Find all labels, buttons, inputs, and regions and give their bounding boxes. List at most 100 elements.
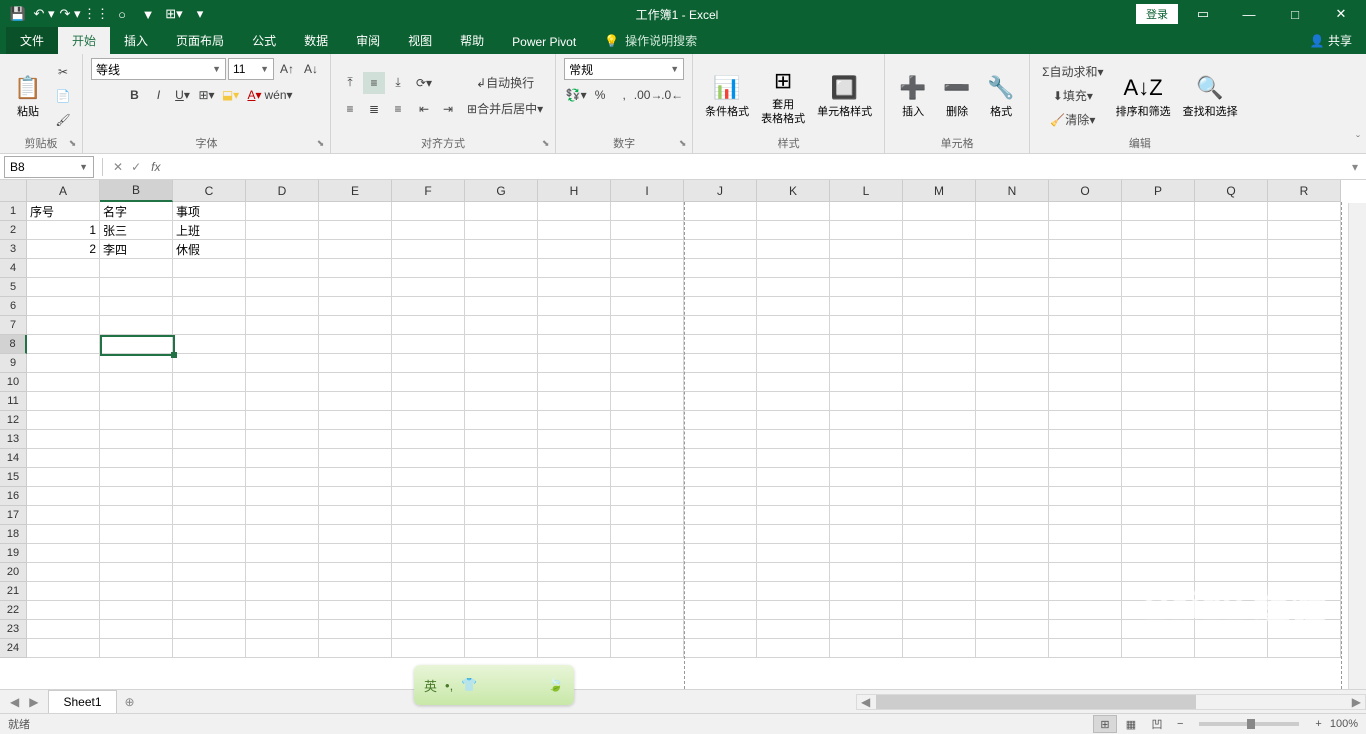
cell-K18[interactable] xyxy=(757,525,830,544)
col-header-D[interactable]: D xyxy=(246,180,319,202)
row-header-15[interactable]: 15 xyxy=(0,468,27,487)
cell-K11[interactable] xyxy=(757,392,830,411)
undo-button[interactable]: ↶ ▾ xyxy=(32,3,56,25)
close-button[interactable]: ✕ xyxy=(1320,0,1362,28)
add-sheet-button[interactable]: ⊕ xyxy=(117,691,143,713)
cell-N16[interactable] xyxy=(976,487,1049,506)
row-header-14[interactable]: 14 xyxy=(0,449,27,468)
cell-N21[interactable] xyxy=(976,582,1049,601)
cell-O3[interactable] xyxy=(1049,240,1122,259)
cell-L22[interactable] xyxy=(830,601,903,620)
cell-P1[interactable] xyxy=(1122,202,1195,221)
cell-H9[interactable] xyxy=(538,354,611,373)
cell-E3[interactable] xyxy=(319,240,392,259)
cell-R7[interactable] xyxy=(1268,316,1341,335)
col-header-B[interactable]: B xyxy=(100,180,173,202)
row-header-11[interactable]: 11 xyxy=(0,392,27,411)
hscroll-thumb[interactable] xyxy=(876,695,1196,709)
cell-A7[interactable] xyxy=(27,316,100,335)
cell-J23[interactable] xyxy=(684,620,757,639)
cell-P17[interactable] xyxy=(1122,506,1195,525)
cell-Q15[interactable] xyxy=(1195,468,1268,487)
zoom-level[interactable]: 100% xyxy=(1330,718,1358,730)
cell-I11[interactable] xyxy=(611,392,684,411)
cell-J24[interactable] xyxy=(684,639,757,658)
cell-N23[interactable] xyxy=(976,620,1049,639)
cell-P14[interactable] xyxy=(1122,449,1195,468)
zoom-slider[interactable] xyxy=(1199,722,1299,726)
cell-D23[interactable] xyxy=(246,620,319,639)
cell-F19[interactable] xyxy=(392,544,465,563)
row-header-9[interactable]: 9 xyxy=(0,354,27,373)
row-header-1[interactable]: 1 xyxy=(0,202,27,221)
cell-D10[interactable] xyxy=(246,373,319,392)
tab-file[interactable]: 文件 xyxy=(6,27,58,54)
row-header-13[interactable]: 13 xyxy=(0,430,27,449)
cell-L23[interactable] xyxy=(830,620,903,639)
cell-J21[interactable] xyxy=(684,582,757,601)
cell-B17[interactable] xyxy=(100,506,173,525)
format-cells-button[interactable]: 🔧格式 xyxy=(981,70,1021,121)
cell-B18[interactable] xyxy=(100,525,173,544)
tab-home[interactable]: 开始 xyxy=(58,27,110,54)
cell-J3[interactable] xyxy=(684,240,757,259)
cell-I2[interactable] xyxy=(611,221,684,240)
col-header-A[interactable]: A xyxy=(27,180,100,202)
cell-Q5[interactable] xyxy=(1195,278,1268,297)
cell-M9[interactable] xyxy=(903,354,976,373)
bold-button[interactable]: B xyxy=(124,84,146,106)
cell-E21[interactable] xyxy=(319,582,392,601)
cell-P13[interactable] xyxy=(1122,430,1195,449)
paste-button[interactable]: 📋 粘贴 xyxy=(8,70,48,121)
cell-R23[interactable] xyxy=(1268,620,1341,639)
percent-button[interactable]: % xyxy=(589,84,611,106)
tab-layout[interactable]: 页面布局 xyxy=(162,27,238,54)
cell-A14[interactable] xyxy=(27,449,100,468)
number-format-combo[interactable]: 常规▼ xyxy=(564,58,684,80)
increase-decimal-button[interactable]: .00→ xyxy=(637,84,659,106)
tab-data[interactable]: 数据 xyxy=(290,27,342,54)
cell-E19[interactable] xyxy=(319,544,392,563)
cell-F7[interactable] xyxy=(392,316,465,335)
cell-C10[interactable] xyxy=(173,373,246,392)
cell-L2[interactable] xyxy=(830,221,903,240)
cell-P12[interactable] xyxy=(1122,411,1195,430)
cell-E5[interactable] xyxy=(319,278,392,297)
align-middle-button[interactable]: ≡ xyxy=(363,72,385,94)
cell-A16[interactable] xyxy=(27,487,100,506)
row-header-21[interactable]: 21 xyxy=(0,582,27,601)
cell-O4[interactable] xyxy=(1049,259,1122,278)
col-header-G[interactable]: G xyxy=(465,180,538,202)
fx-icon[interactable]: fx xyxy=(147,160,164,174)
cell-K2[interactable] xyxy=(757,221,830,240)
cell-E1[interactable] xyxy=(319,202,392,221)
cell-K9[interactable] xyxy=(757,354,830,373)
share-button[interactable]: 👤 共享 xyxy=(1296,27,1366,54)
cell-F17[interactable] xyxy=(392,506,465,525)
cell-D22[interactable] xyxy=(246,601,319,620)
cell-Q21[interactable] xyxy=(1195,582,1268,601)
cell-A2[interactable]: 1 xyxy=(27,221,100,240)
cell-O21[interactable] xyxy=(1049,582,1122,601)
cell-R1[interactable] xyxy=(1268,202,1341,221)
row-header-4[interactable]: 4 xyxy=(0,259,27,278)
cell-R15[interactable] xyxy=(1268,468,1341,487)
cell-F23[interactable] xyxy=(392,620,465,639)
cell-K3[interactable] xyxy=(757,240,830,259)
cell-C13[interactable] xyxy=(173,430,246,449)
row-header-24[interactable]: 24 xyxy=(0,639,27,658)
cell-B10[interactable] xyxy=(100,373,173,392)
cell-D4[interactable] xyxy=(246,259,319,278)
font-name-combo[interactable]: 等线▼ xyxy=(91,58,226,80)
cell-E16[interactable] xyxy=(319,487,392,506)
underline-button[interactable]: U▾ xyxy=(172,84,194,106)
horizontal-scrollbar[interactable]: ◀ ▶ xyxy=(856,694,1366,710)
cell-A6[interactable] xyxy=(27,297,100,316)
cell-F5[interactable] xyxy=(392,278,465,297)
cell-K17[interactable] xyxy=(757,506,830,525)
cell-H8[interactable] xyxy=(538,335,611,354)
cell-E12[interactable] xyxy=(319,411,392,430)
cell-M19[interactable] xyxy=(903,544,976,563)
cell-B7[interactable] xyxy=(100,316,173,335)
cell-L1[interactable] xyxy=(830,202,903,221)
